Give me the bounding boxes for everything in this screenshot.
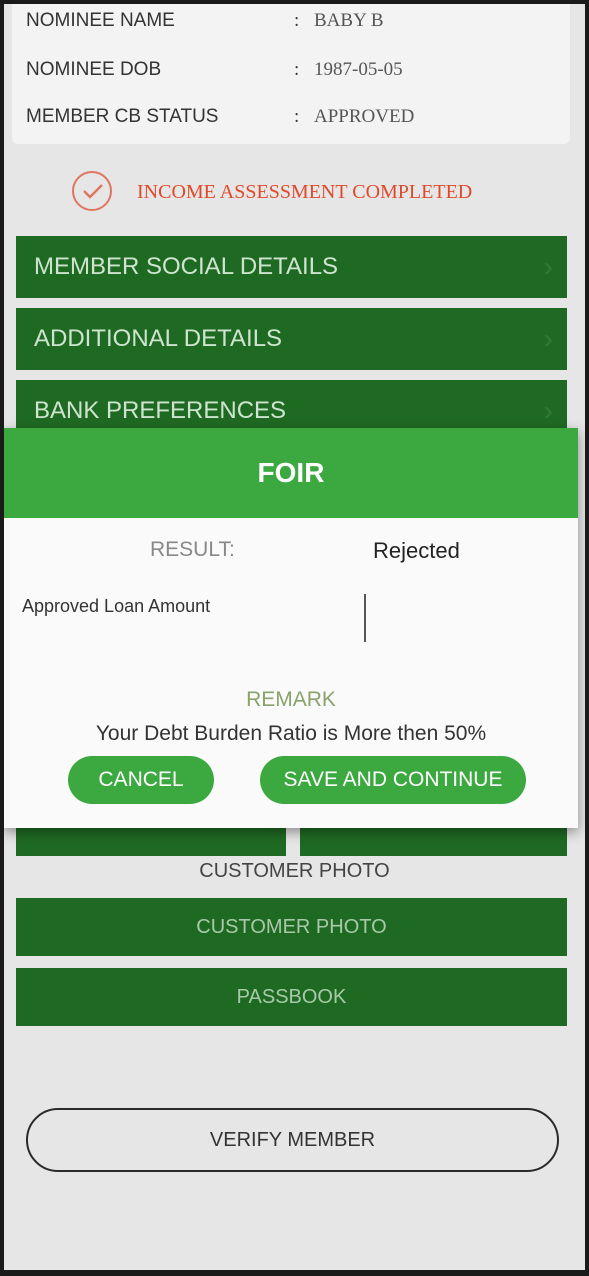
verify-member-button[interactable]: VERIFY MEMBER <box>26 1108 559 1172</box>
info-separator: : <box>294 106 300 127</box>
section-label: BANK PREFERENCES <box>34 397 287 424</box>
section-label: ADDITIONAL DETAILS <box>34 325 283 352</box>
member-info-card: NOMINEE NAME : BABY B NOMINEE DOB : 1987… <box>12 4 570 144</box>
chevron-right-icon: › <box>543 251 553 282</box>
customer-photo-label: CUSTOMER PHOTO <box>199 860 390 882</box>
info-value: 1987-05-05 <box>314 59 403 80</box>
info-separator: : <box>294 10 300 31</box>
save-and-continue-button[interactable]: SAVE AND CONTINUE <box>260 756 526 804</box>
approved-loan-amount-input[interactable] <box>364 594 366 642</box>
passbook-button[interactable]: PASSBOOK <box>16 968 567 1026</box>
cancel-button[interactable]: CANCEL <box>68 756 214 804</box>
result-label: RESULT: <box>150 538 235 561</box>
approved-loan-amount-label: Approved Loan Amount <box>22 596 211 616</box>
chevron-right-icon: › <box>543 323 553 354</box>
info-separator: : <box>294 59 300 80</box>
info-label: MEMBER CB STATUS <box>26 106 219 127</box>
foir-dialog: FOIR RESULT: Rejected Approved Loan Amou… <box>4 428 578 828</box>
result-value: Rejected <box>373 538 460 563</box>
info-label: NOMINEE NAME <box>26 10 175 31</box>
customer-photo-button[interactable]: CUSTOMER PHOTO <box>16 898 567 956</box>
info-value: APPROVED <box>314 106 415 127</box>
info-value: BABY B <box>314 10 384 31</box>
remark-label: REMARK <box>246 688 336 711</box>
check-circle-icon <box>72 171 112 211</box>
remark-text: Your Debt Burden Ratio is More then 50% <box>95 722 487 745</box>
info-label: NOMINEE DOB <box>26 59 162 80</box>
app-screen: NOMINEE NAME : BABY B NOMINEE DOB : 1987… <box>4 4 585 1270</box>
dialog-title: FOIR <box>4 428 578 518</box>
income-assessment-status: INCOME ASSESSMENT COMPLETED <box>72 171 542 211</box>
section-label: MEMBER SOCIAL DETAILS <box>34 253 339 280</box>
income-status-text: INCOME ASSESSMENT COMPLETED <box>137 181 473 203</box>
section-additional-details[interactable]: ADDITIONAL DETAILS › <box>16 308 567 370</box>
section-member-social-details[interactable]: MEMBER SOCIAL DETAILS › <box>16 236 567 298</box>
